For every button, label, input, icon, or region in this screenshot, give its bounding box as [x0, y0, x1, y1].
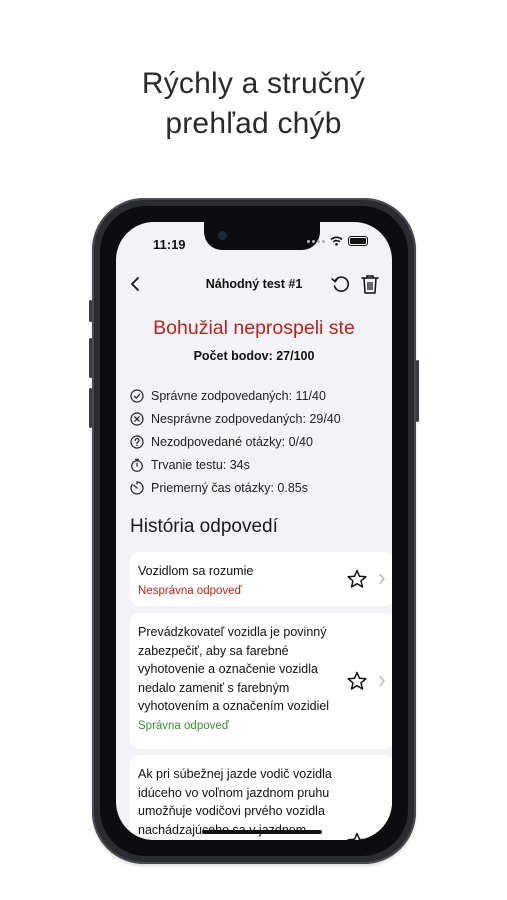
stat-average: Priemerný čas otázky: 0.85s: [130, 476, 341, 499]
question-text: Ak pri súbežnej jazde vodič vozidla idúc…: [138, 767, 332, 837]
history-item-question: Ak pri súbežnej jazde vodič vozidla idúc…: [138, 765, 338, 840]
history-item[interactable]: Ak pri súbežnej jazde vodič vozidla idúc…: [130, 755, 392, 840]
battery-icon: [348, 236, 368, 246]
chevron-right-icon: [379, 675, 385, 687]
favorite-button[interactable]: [346, 670, 368, 692]
chevron-right-icon: [379, 573, 385, 585]
history-item[interactable]: Vozidlom sa rozumie Nesprávna odpoveď: [130, 552, 392, 606]
answer-status: Správna odpoveď: [138, 719, 229, 732]
phone-bezel: 11:19 Náhodný test #1 Bohužial neprospel…: [100, 206, 408, 856]
x-circle-icon: [130, 411, 144, 426]
check-circle-icon: [130, 388, 144, 403]
front-camera: [218, 231, 227, 240]
restart-icon: [331, 276, 350, 292]
status-icons: [307, 236, 368, 246]
stat-wrong-text: Nesprávne zodpovedaných: 29/40: [151, 411, 341, 426]
delete-button[interactable]: [360, 273, 380, 295]
notch: [204, 222, 320, 250]
history-item[interactable]: Prevádzkovateľ vozidla je povinný zabezp…: [130, 613, 392, 749]
headline-line-2: prehľad chýb: [165, 107, 342, 140]
app-screen: 11:19 Náhodný test #1 Bohužial neprospel…: [116, 222, 392, 840]
stat-wrong: Nesprávne zodpovedaných: 29/40: [130, 407, 341, 430]
navigation-bar: Náhodný test #1: [116, 272, 392, 298]
star-icon: [347, 832, 367, 840]
signal-icon: [307, 239, 325, 243]
history-item-question: Vozidlom sa rozumie Nesprávna odpoveď: [138, 562, 338, 600]
result-title: Bohužial neprospeli ste: [153, 317, 355, 339]
score-text: Počet bodov: 27/100: [193, 349, 315, 363]
restart-button[interactable]: [330, 273, 352, 295]
power-button: [416, 360, 419, 422]
star-icon: [347, 569, 367, 588]
favorite-button[interactable]: [346, 831, 368, 840]
volume-down-button: [89, 388, 92, 428]
stat-duration: Trvanie testu: 34s: [130, 453, 341, 476]
question-circle-icon: [130, 434, 144, 449]
stat-average-text: Priemerný čas otázky: 0.85s: [151, 480, 309, 495]
answer-status: Nesprávna odpoveď: [138, 584, 242, 597]
stat-correct-text: Správne zodpovedaných: 11/40: [151, 388, 326, 403]
question-text: Vozidlom sa rozumie: [138, 564, 254, 578]
headline-line-1: Rýchly a stručný: [141, 67, 366, 100]
stats-list: Správne zodpovedaných: 11/40 Nesprávne z…: [130, 384, 341, 499]
status-time: 11:19: [153, 237, 186, 252]
volume-up-button: [89, 338, 92, 378]
history-title: História odpovedí: [130, 516, 278, 537]
home-indicator: [202, 830, 322, 834]
question-text: Prevádzkovateľ vozidla je povinný zabezp…: [138, 625, 330, 713]
history-item-question: Prevádzkovateľ vozidla je povinný zabezp…: [138, 623, 338, 735]
timer-icon: [130, 480, 144, 495]
stat-correct: Správne zodpovedaných: 11/40: [130, 384, 341, 407]
star-icon: [347, 671, 367, 690]
trash-icon: [361, 275, 379, 294]
headline: Rýchly a stručný prehľad chýb: [0, 64, 507, 144]
stat-duration-text: Trvanie testu: 34s: [151, 457, 250, 472]
phone-frame: 11:19 Náhodný test #1 Bohužial neprospel…: [89, 198, 419, 864]
stat-unanswered: Nezodpovedané otázky: 0/40: [130, 430, 341, 453]
wifi-icon: [330, 236, 343, 246]
chevron-right-icon: [379, 836, 384, 840]
mute-switch: [89, 300, 92, 322]
stopwatch-icon: [131, 458, 143, 472]
favorite-button[interactable]: [346, 568, 368, 590]
stat-unanswered-text: Nezodpovedané otázky: 0/40: [151, 434, 313, 449]
